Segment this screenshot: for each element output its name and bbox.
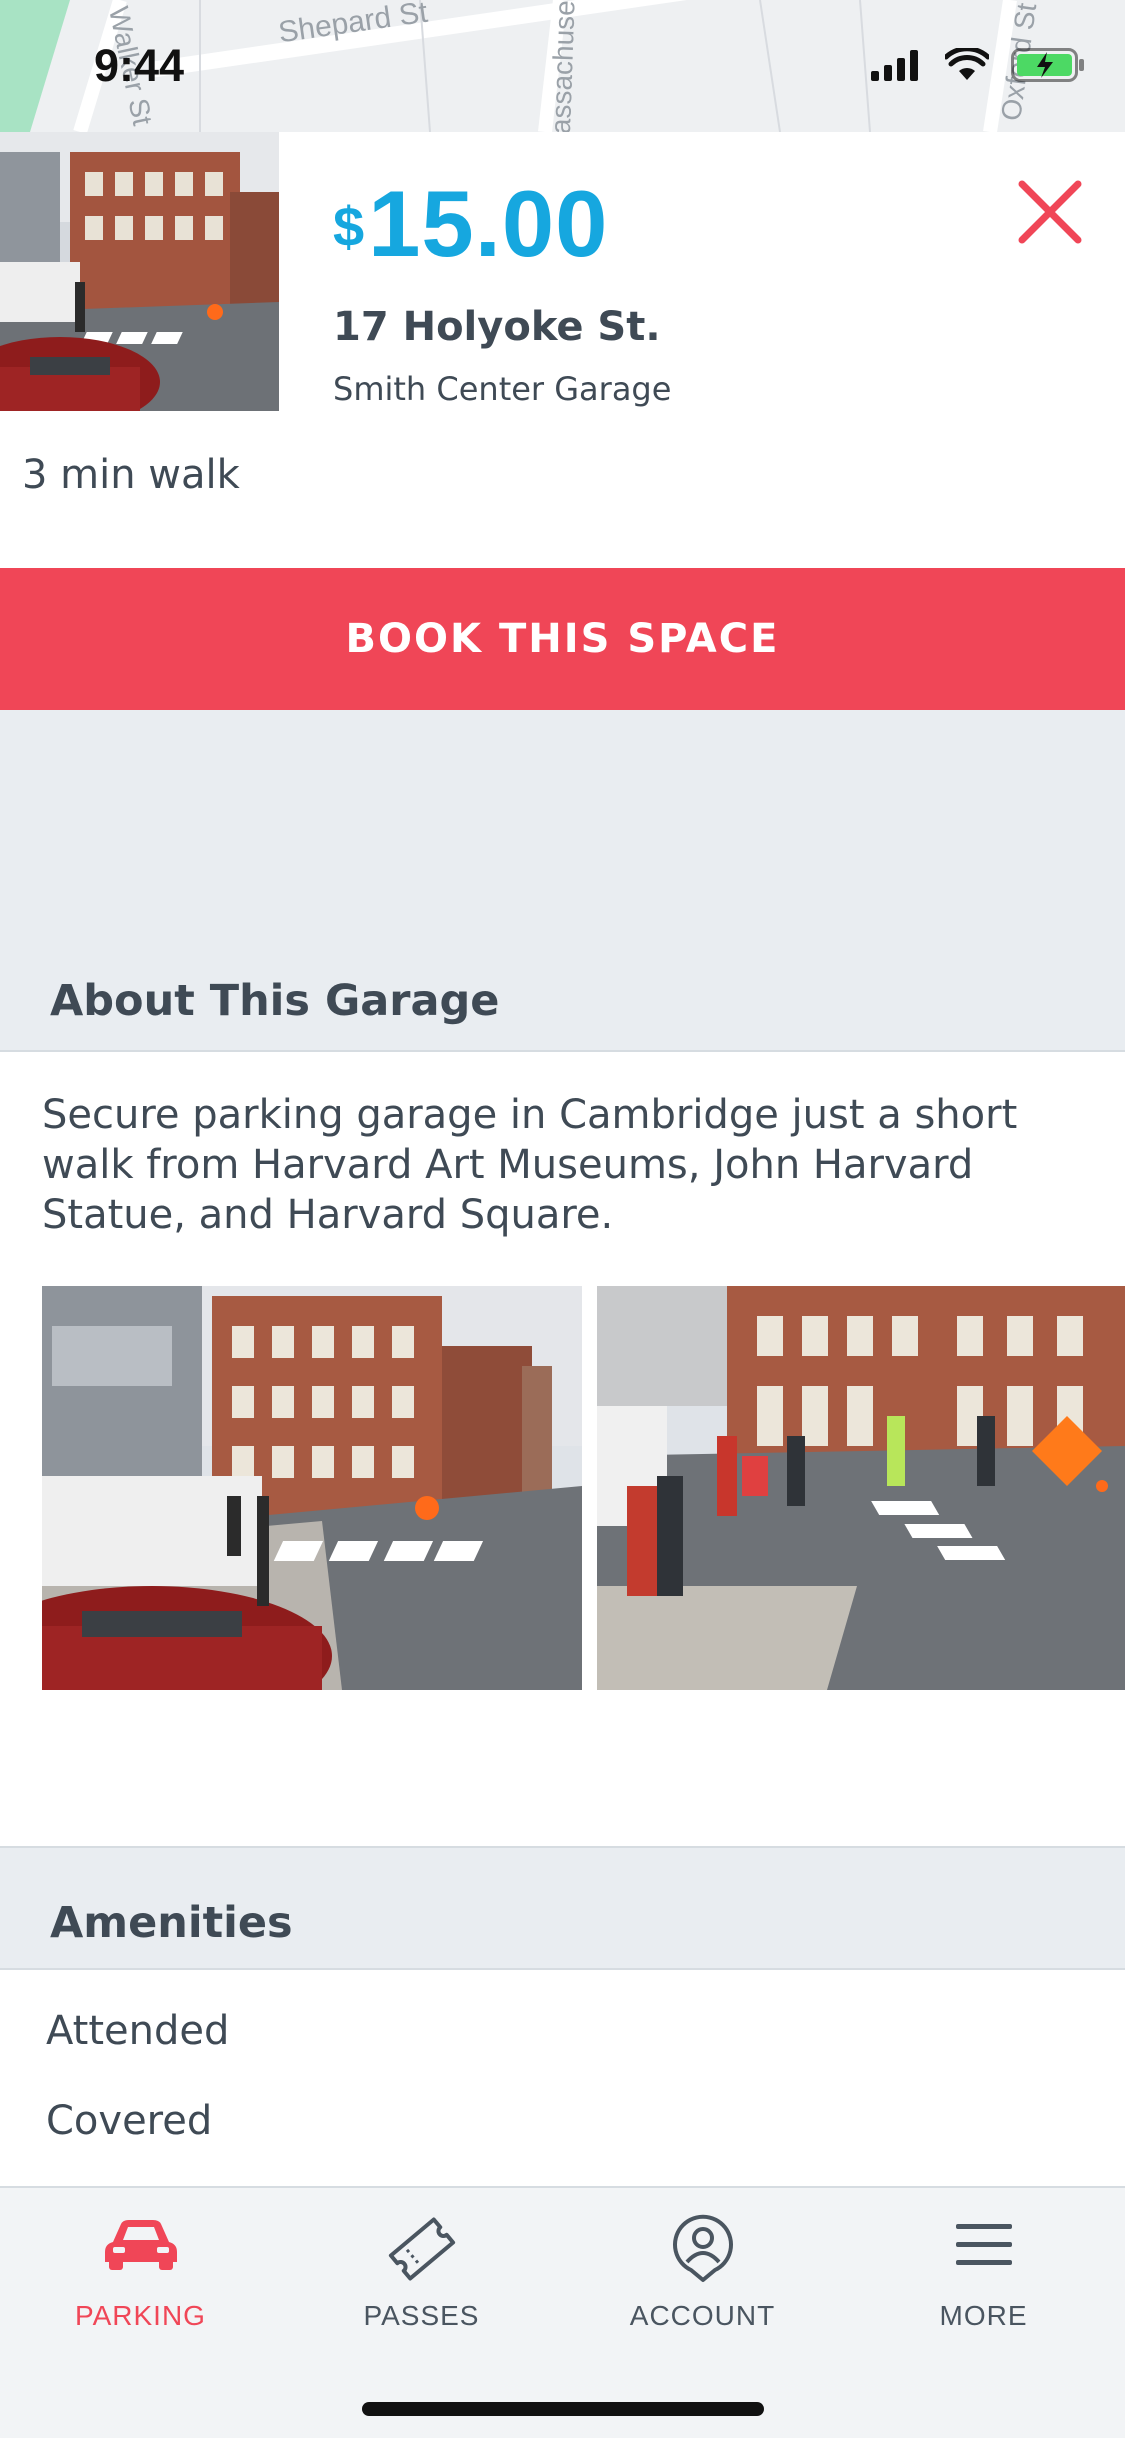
- amenities-section-header: Amenities: [0, 1848, 1125, 1970]
- garage-photo-1[interactable]: [42, 1286, 582, 1690]
- amenity-item: Covered: [46, 2098, 213, 2144]
- tab-bar: PARKING PASSES ACCOUNT MORE: [0, 2186, 1125, 2438]
- walk-time: 3 min walk: [22, 452, 240, 498]
- ticket-icon: [384, 2214, 460, 2288]
- garage-address: 17 Holyoke St.: [333, 304, 661, 350]
- about-section-header: About This Garage: [0, 950, 1125, 1052]
- amenity-item: Attended: [46, 2008, 230, 2054]
- about-description: Secure parking garage in Cambridge just …: [42, 1092, 1018, 1238]
- tab-parking[interactable]: PARKING: [0, 2188, 281, 2358]
- status-icons: [871, 46, 1085, 86]
- status-time: 9:44: [94, 40, 185, 91]
- tab-label: MORE: [939, 2300, 1028, 2331]
- tab-label: PARKING: [75, 2300, 206, 2331]
- garage-thumbnail[interactable]: [0, 132, 279, 411]
- listing-card: $ 15.00 17 Holyoke St. Smith Center Gara…: [0, 132, 1125, 568]
- close-icon: [1018, 180, 1082, 244]
- amenities-list: Attended Covered: [0, 1970, 1125, 2186]
- tab-more[interactable]: MORE: [843, 2188, 1124, 2358]
- price-currency: $: [333, 195, 365, 258]
- status-bar: 9:44: [0, 0, 1125, 132]
- tab-account[interactable]: ACCOUNT: [562, 2188, 843, 2358]
- about-section: Secure parking garage in Cambridge just …: [0, 1052, 1125, 1848]
- garage-photo-2[interactable]: [597, 1286, 1125, 1690]
- menu-icon: [952, 2214, 1016, 2278]
- price-amount: 15.00: [368, 171, 609, 276]
- wifi-icon: [943, 46, 991, 86]
- book-space-button[interactable]: BOOK THIS SPACE: [0, 568, 1125, 710]
- garage-name: Smith Center Garage: [333, 370, 672, 408]
- home-indicator[interactable]: [362, 2402, 764, 2416]
- tab-label: ACCOUNT: [629, 2300, 776, 2331]
- price: $ 15.00: [333, 170, 608, 278]
- car-icon: [103, 2214, 179, 2278]
- tab-label: PASSES: [363, 2300, 480, 2331]
- tab-passes[interactable]: PASSES: [281, 2188, 562, 2358]
- close-button[interactable]: [1010, 172, 1090, 252]
- amenities-title: Amenities: [50, 1898, 293, 1948]
- account-icon: [671, 2214, 735, 2288]
- battery-charging-icon: [1011, 48, 1085, 86]
- signal-icon: [871, 49, 923, 85]
- about-title: About This Garage: [50, 976, 500, 1026]
